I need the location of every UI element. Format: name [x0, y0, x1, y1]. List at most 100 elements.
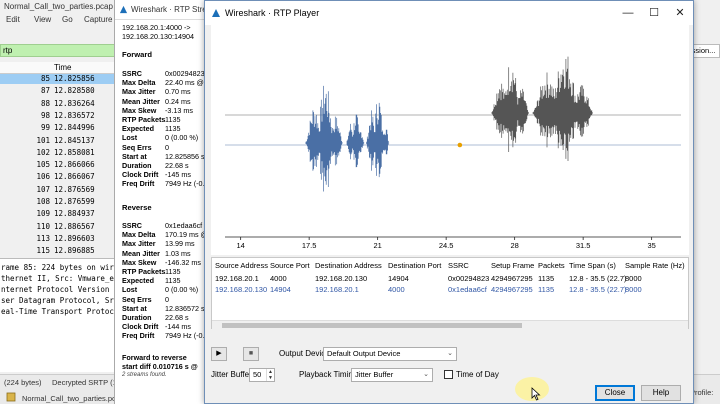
jitter-buffer-spinbox[interactable]: 50 ▲ ▼ — [249, 368, 275, 382]
stat-value: 7949 Hz (-0.6 — [165, 331, 209, 341]
x-tick-label: 28 — [510, 241, 518, 250]
help-button[interactable]: Help — [641, 385, 681, 401]
stream-cell: 8000 — [625, 285, 642, 294]
col-packets[interactable]: Packets — [538, 261, 565, 270]
x-tick-label: 21 — [373, 241, 381, 250]
col-destination-address[interactable]: Destination Address — [315, 261, 382, 270]
stop-button[interactable]: ■ — [243, 347, 259, 361]
playback-timing-select[interactable]: Jitter Buffer ⌄ — [351, 368, 433, 382]
menu-go[interactable]: Go — [62, 15, 73, 24]
packet-time: 12.866066 — [54, 160, 95, 170]
time-of-day-checkbox[interactable] — [444, 370, 453, 379]
packet-row[interactable]: 105 12.866066 — [0, 160, 120, 170]
packet-number: 113 — [36, 233, 50, 243]
chevron-down-icon: ⌄ — [447, 350, 453, 357]
packet-row[interactable]: 87 12.828580 — [0, 86, 120, 96]
endpoint-source: 192.168.20.1:4000 -> — [122, 23, 191, 32]
rtp-analysis-titlebar[interactable]: Wireshark · RTP Stream — [115, 0, 218, 20]
packet-row[interactable]: 98 12.836572 — [0, 111, 120, 121]
packet-row[interactable]: 99 12.844996 — [0, 123, 120, 133]
stat-label: Duration — [122, 161, 152, 170]
stream2-waveform — [491, 67, 529, 152]
menu-edit[interactable]: Edit — [6, 15, 20, 24]
packet-row[interactable]: 102 12.858081 — [0, 148, 120, 158]
stat-label: Lost — [122, 285, 138, 295]
col-time-span[interactable]: Time Span (s) — [569, 261, 616, 270]
stat-value: 7949 Hz (-0.6 — [165, 179, 209, 189]
stream-cell: 0x1edaa6cf — [448, 285, 487, 294]
packet-row[interactable]: 85 12.825856 — [0, 74, 120, 85]
packet-time: 12.844996 — [54, 123, 95, 133]
menu-capture[interactable]: Capture — [84, 15, 112, 24]
rtp-player-titlebar[interactable]: Wireshark · RTP Player — ☐ ✕ — [205, 1, 693, 25]
stream-table[interactable]: Source Address Source Port Destination A… — [211, 257, 689, 329]
stat-label: Clock Drift — [122, 170, 159, 180]
stream-cell: 8000 — [625, 274, 642, 283]
stat-value: 170.19 ms @ — [165, 230, 208, 240]
output-device-select[interactable]: Default Output Device ⌄ — [323, 347, 457, 361]
packet-row[interactable]: 107 12.876569 — [0, 185, 120, 195]
menu-view[interactable]: View — [34, 15, 51, 24]
packet-row[interactable]: 88 12.836264 — [0, 99, 120, 109]
maximize-button[interactable]: ☐ — [641, 3, 667, 23]
packet-row[interactable]: 108 12.876599 — [0, 197, 120, 207]
packet-time: 12.866067 — [54, 172, 95, 182]
packet-row[interactable]: 101 12.845137 — [0, 136, 120, 146]
detail-ipv4[interactable]: nternet Protocol Version 4, — [1, 285, 123, 294]
stat-label: SSRC — [122, 69, 142, 78]
col-source-port[interactable]: Source Port — [270, 261, 310, 270]
stat-value: 0x1edaa6cf — [165, 221, 203, 230]
waveform-graph[interactable]: 14 17.5 21 24.5 28 31.5 35 — [211, 25, 689, 255]
packet-number: 115 — [36, 246, 50, 256]
spin-arrows-icon[interactable]: ▲ ▼ — [266, 369, 274, 381]
col-sample-rate[interactable]: Sample Rate (Hz) — [625, 261, 685, 270]
stat-label: Mean Jitter — [122, 96, 160, 106]
stream-cell: 192.168.20.130 — [215, 285, 268, 294]
minimize-button[interactable]: — — [615, 3, 641, 23]
stream-cell: 0x00294823 — [448, 274, 490, 283]
col-source-address[interactable]: Source Address — [215, 261, 268, 270]
endpoint-destination: 192.168.20.130:14904 — [122, 32, 194, 41]
rtp-player-window: Wireshark · RTP Player — ☐ ✕ 14 17.5 21 24.… — [204, 0, 694, 404]
packet-number: 109 — [36, 209, 50, 219]
stat-label: SSRC — [122, 221, 142, 230]
stream-cell: 14904 — [270, 285, 291, 294]
stat-label: Max Jitter — [122, 239, 156, 249]
detail-rtp[interactable]: eal-Time Transport Protoco — [1, 307, 118, 316]
column-header-time[interactable]: Time — [54, 63, 71, 72]
display-filter-input[interactable]: rtp — [0, 44, 120, 57]
col-destination-port[interactable]: Destination Port — [388, 261, 441, 270]
close-button[interactable]: Close — [595, 385, 635, 401]
play-button[interactable]: ▶ — [211, 347, 227, 361]
jitter-buffer-label: Jitter Buffer: — [211, 370, 254, 379]
wireshark-fin-icon — [212, 9, 220, 17]
waveform-plot[interactable]: 14 17.5 21 24.5 28 31.5 35 — [211, 25, 689, 255]
x-tick-label: 24.5 — [439, 241, 454, 250]
packet-row[interactable]: 106 12.866067 — [0, 172, 120, 182]
detail-ethernet[interactable]: thernet II, Src: Vmware_e — [1, 274, 114, 283]
detail-udp[interactable]: ser Datagram Protocol, Src — [1, 296, 118, 305]
close-window-button[interactable]: ✕ — [667, 3, 693, 23]
stream-cell: 1135 — [538, 274, 555, 283]
detail-frame[interactable]: rame 85: 224 bytes on wire — [1, 263, 118, 272]
scrollbar-thumb[interactable] — [222, 323, 522, 328]
stream-cell: 1135 — [538, 285, 555, 294]
col-ssrc[interactable]: SSRC — [448, 261, 469, 270]
packet-row[interactable]: 113 12.896603 — [0, 234, 120, 244]
stat-label: Expected — [122, 276, 154, 286]
col-setup-frame[interactable]: Setup Frame — [491, 261, 534, 270]
stat-label: Seq Errs — [122, 294, 152, 304]
playback-marker[interactable] — [457, 142, 463, 148]
packet-row[interactable]: 109 12.884937 — [0, 209, 120, 219]
playback-timing-value: Jitter Buffer — [355, 370, 394, 379]
status-filename: Normal_Call_two_parties.pcap — [22, 394, 125, 403]
x-tick-label: 35 — [647, 241, 655, 250]
packet-row[interactable]: 110 12.886567 — [0, 222, 120, 232]
table-horizontal-scrollbar[interactable] — [212, 320, 688, 329]
packet-row[interactable]: 115 12.896885 — [0, 246, 120, 256]
stat-label: Mean Jitter — [122, 248, 160, 258]
stat-value: 1135 — [165, 267, 181, 276]
packet-time: 12.876599 — [54, 197, 95, 206]
stat-value: 13.99 ms — [165, 239, 195, 249]
packet-time: 12.896603 — [54, 233, 95, 243]
